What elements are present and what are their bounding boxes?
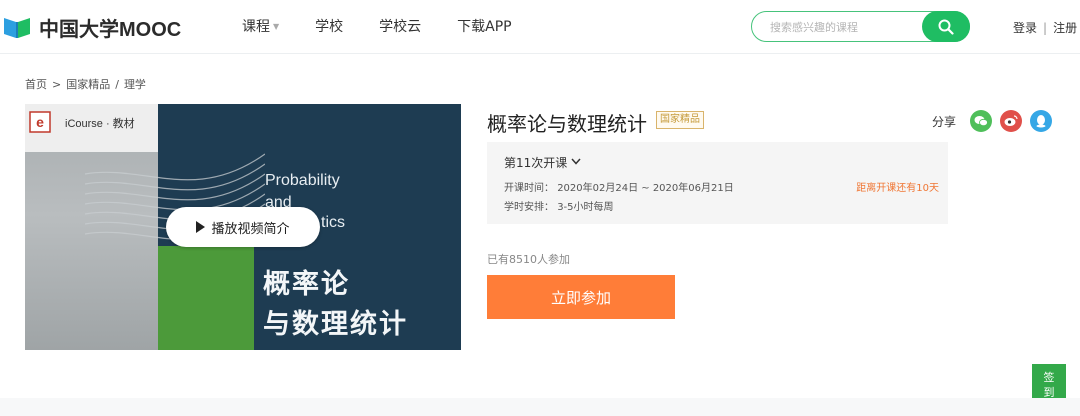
caret-down-icon: ▼ (273, 21, 280, 31)
search-input[interactable] (770, 18, 920, 36)
term-hours-label: 学时安排： (504, 202, 554, 213)
search-button[interactable] (922, 11, 970, 42)
nav-item-label: 下载APP (457, 19, 512, 35)
nav-item-courses[interactable]: 课程 ▼ (242, 16, 279, 36)
enrollment-count: 已有8510人参加 (487, 253, 570, 266)
nav-item-download-app[interactable]: 下载APP (457, 16, 511, 36)
share-label: 分享 (932, 114, 957, 129)
nav-item-label: 课程 (242, 19, 270, 35)
breadcrumb-subject[interactable]: 理学 (124, 76, 146, 92)
term-time-label: 开课时间： (504, 183, 554, 194)
play-icon (196, 221, 206, 233)
term-countdown: 距离开课还有10天 (856, 183, 939, 194)
book-logo-icon (3, 14, 37, 40)
nav-item-label: 学校云 (379, 19, 422, 35)
term-title: 第11次开课 (504, 156, 568, 170)
login-link[interactable]: 登录 (1013, 19, 1037, 36)
checkin-label-line: 签 (1043, 371, 1055, 384)
nav-item-school-cloud[interactable]: 学校云 (379, 16, 421, 36)
play-intro-video-button[interactable]: 播放视频简介 (166, 207, 320, 247)
main-nav: 课程 ▼ 学校 学校云 下载APP (242, 16, 548, 36)
svg-text:e: e (36, 114, 44, 130)
chevron-down-icon (571, 157, 581, 168)
cover-chinese-title-line: 与数理统计 (263, 309, 408, 340)
term-time-row: 开课时间： 2020年02月24日 ~ 2020年06月21日 (504, 179, 734, 194)
site-logo[interactable]: 中国大学MOOC (3, 13, 181, 41)
breadcrumb-category[interactable]: 国家精品 (66, 76, 110, 92)
nav-item-label: 学校 (315, 19, 344, 35)
term-hours-value: 3-5小时每周 (557, 202, 614, 213)
search-box (751, 11, 970, 42)
search-icon (938, 19, 954, 35)
term-hours-row: 学时安排： 3-5小时每周 (504, 198, 614, 213)
cover-publisher-label: iCourse · 教材 (65, 118, 135, 130)
share-bar: 分享 (932, 110, 1053, 132)
course-cover[interactable]: e iCourse · 教材 Probability and tics 概率论 … (25, 104, 461, 350)
course-title: 概率论与数理统计 (487, 112, 647, 136)
top-header: 中国大学MOOC 课程 ▼ 学校 学校云 下载APP 登录 | 注册 (0, 0, 1080, 54)
cover-english-title-line: tics (321, 214, 345, 231)
register-link[interactable]: 注册 (1053, 19, 1077, 36)
weibo-icon[interactable] (1000, 110, 1023, 132)
cover-english-title-line: Probability (265, 172, 340, 189)
logo-text: 中国大学MOOC (39, 18, 182, 41)
auth-links: 登录 | 注册 (1013, 19, 1077, 36)
qq-icon[interactable] (1030, 110, 1053, 132)
term-info-panel: 第11次开课 开课时间： 2020年02月24日 ~ 2020年06月21日 学… (487, 142, 948, 224)
term-time-value: 2020年02月24日 ~ 2020年06月21日 (557, 183, 734, 194)
cover-chinese-title-line: 概率论 (263, 269, 350, 300)
join-now-button[interactable]: 立即参加 (487, 275, 675, 319)
national-quality-badge: 国家精品 (656, 111, 704, 129)
auth-separator: | (1043, 20, 1048, 35)
bottom-section-divider (0, 398, 1080, 416)
play-button-label: 播放视频简介 (211, 221, 290, 237)
term-selector[interactable]: 第11次开课 (504, 154, 581, 171)
join-button-label: 立即参加 (550, 288, 611, 307)
breadcrumb-separator: > (52, 77, 62, 91)
breadcrumb-home[interactable]: 首页 (25, 76, 47, 92)
wechat-icon[interactable] (970, 110, 993, 132)
nav-item-schools[interactable]: 学校 (315, 16, 343, 36)
breadcrumb-separator: / (115, 77, 119, 91)
breadcrumb: 首页 > 国家精品 / 理学 (25, 76, 151, 92)
icourse-logo-icon: e (29, 111, 51, 133)
